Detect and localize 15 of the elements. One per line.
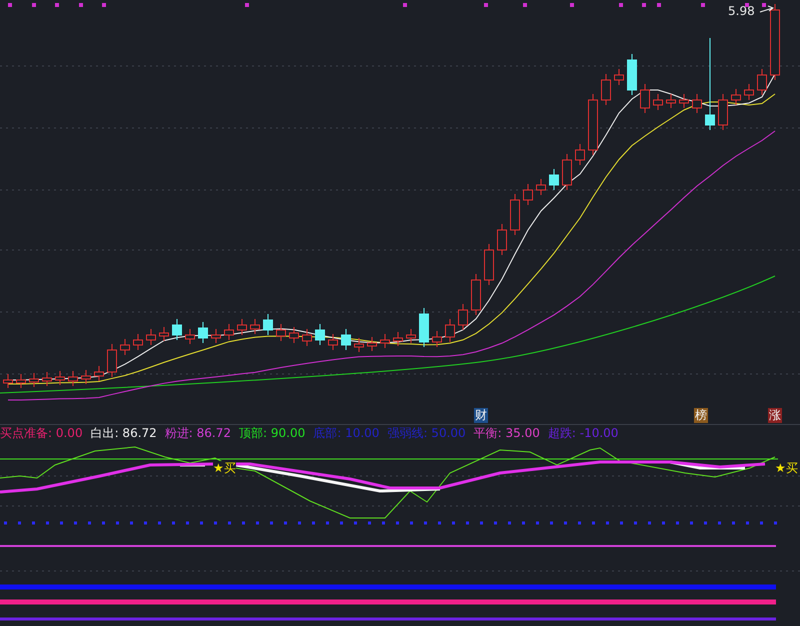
buy-signal: ★买 <box>213 461 236 475</box>
indicator-value: 底部: 10.00 <box>313 424 380 442</box>
event-marker: 榜 <box>694 408 708 423</box>
pointer-arrow <box>760 6 774 12</box>
indicator-value: 顶部: 90.00 <box>239 424 306 442</box>
buy-signal: ★买 <box>775 461 798 475</box>
indicator-value: 强弱线: 50.00 <box>387 424 466 442</box>
indicator-value: 超跌: -10.00 <box>548 424 618 442</box>
event-marker: 涨 <box>768 408 782 423</box>
event-marker: 财 <box>474 408 488 423</box>
indicator-value: 买点准备: 0.00 <box>0 424 83 442</box>
indicator-value: 平衡: 35.00 <box>474 424 540 442</box>
price-high-label: 5.98 <box>728 4 755 18</box>
indicator-value: 粉进: 86.72 <box>164 424 232 442</box>
indicator-value: 白出: 86.72 <box>90 424 157 442</box>
